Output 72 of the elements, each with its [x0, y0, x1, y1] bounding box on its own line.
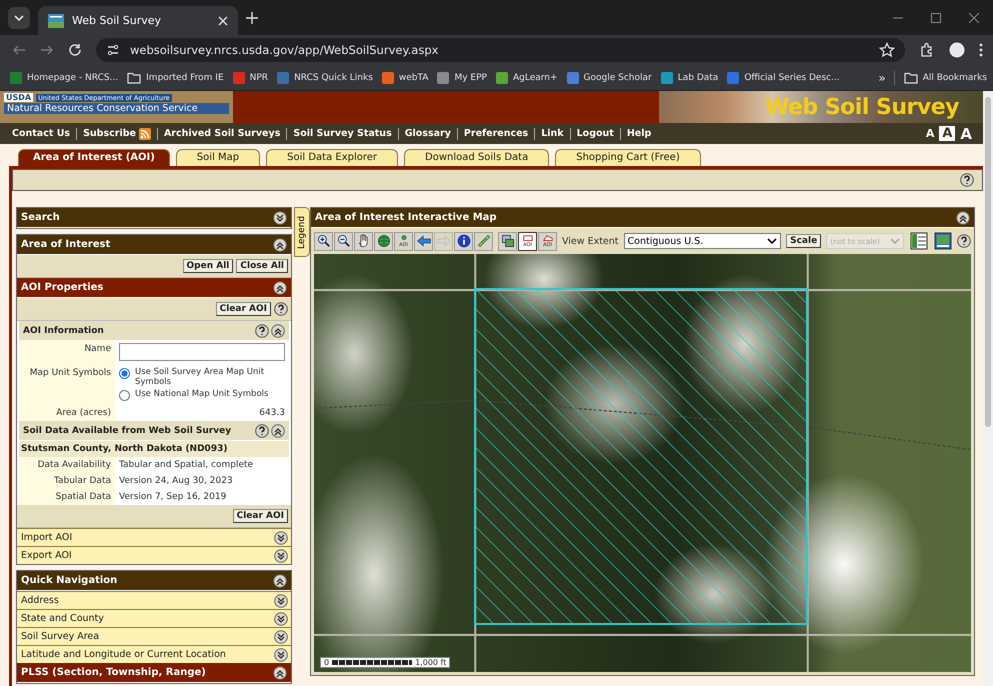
- panel-item[interactable]: State and County: [17, 609, 291, 627]
- panel-header[interactable]: Search: [17, 208, 291, 228]
- scale-label: 1,000 ft: [415, 658, 446, 667]
- tab[interactable]: Soil Data Explorer: [266, 149, 398, 166]
- panel-item[interactable]: Address: [17, 591, 291, 609]
- nav-link[interactable]: Contact Us: [6, 128, 76, 140]
- field-value: Tabular and Spatial, complete: [119, 460, 254, 470]
- panel-header[interactable]: Area of Interest: [17, 235, 291, 255]
- bookmark[interactable]: NRCS Quick Links: [277, 72, 373, 84]
- area-value: 643.3: [259, 408, 285, 418]
- panel-item[interactable]: Import AOI: [17, 528, 291, 546]
- address-bar[interactable]: websoilsurvey.nrcs.usda.gov/app/WebSoilSurvey.aspx: [96, 38, 905, 62]
- view-extent-dropdown[interactable]: Contiguous U.S.: [624, 233, 782, 249]
- site-title: Web Soil Survey: [765, 94, 959, 120]
- bookmark[interactable]: AgLearn+: [496, 72, 558, 84]
- radio-option[interactable]: Use National Map Unit Symbols: [119, 389, 285, 401]
- scale-label: 0: [324, 658, 330, 667]
- view-extent-label: View Extent: [562, 236, 619, 246]
- nav-link[interactable]: Logout: [570, 128, 620, 140]
- panel-button[interactable]: Clear AOI: [216, 302, 271, 316]
- tab[interactable]: Soil Map: [176, 149, 260, 166]
- section-header[interactable]: Soil Data Available from Web Soil Survey: [19, 421, 289, 440]
- bookmark[interactable]: All Bookmarks: [904, 72, 987, 84]
- field-label: Name: [19, 340, 115, 364]
- bookmarks-overflow[interactable]: »: [878, 70, 895, 84]
- field-value: Version 7, Sep 16, 2019: [119, 492, 228, 502]
- radio-option[interactable]: Use Soil Survey Area Map Unit Symbols: [119, 367, 285, 387]
- nav-link[interactable]: Link: [534, 128, 570, 140]
- font-size-button[interactable]: A: [922, 127, 938, 140]
- nav-link[interactable]: Preferences: [456, 128, 534, 140]
- field-label: Map Unit Symbols: [19, 364, 115, 404]
- panel-item[interactable]: Latitude and Longitude or Current Location: [17, 645, 291, 663]
- tab-title: Web Soil Survey: [72, 14, 162, 27]
- usda-logo: USDA: [4, 93, 34, 102]
- bookmark[interactable]: Homepage - NRCS...: [10, 72, 118, 84]
- panel-header[interactable]: Quick Navigation: [17, 571, 291, 591]
- url-text: websoilsurvey.nrcs.usda.gov/app/WebSoilSurvey.aspx: [130, 43, 440, 57]
- panel-header[interactable]: Area of Interest Interactive Map: [311, 208, 974, 228]
- nav-link[interactable]: Help: [620, 128, 658, 140]
- panel-item[interactable]: Export AOI: [17, 546, 291, 564]
- panel-button[interactable]: Close All: [236, 259, 288, 273]
- scale-button[interactable]: Scale: [786, 234, 822, 248]
- bookmark[interactable]: My EPP: [437, 72, 487, 84]
- county-name: Stutsman County, North Dakota (ND093): [19, 441, 289, 457]
- nav-link[interactable]: Glossary: [398, 128, 457, 140]
- bookmark[interactable]: Google Scholar: [566, 72, 652, 84]
- field-label: Spatial Data: [19, 489, 115, 505]
- panel-header[interactable]: PLSS (Section, Township, Range): [17, 663, 291, 683]
- bookmark[interactable]: Official Series Desc...: [727, 72, 840, 84]
- bookmark[interactable]: Lab Data: [660, 72, 718, 84]
- panel-header[interactable]: AOI Properties: [17, 278, 291, 298]
- nav-link[interactable]: Soil Survey Status: [286, 128, 398, 140]
- browser-tab[interactable]: Web Soil Survey: [38, 6, 238, 35]
- bookmark[interactable]: webTA: [382, 72, 428, 84]
- panel-button[interactable]: Open All: [182, 259, 234, 273]
- field-label: Data Availability: [19, 457, 115, 473]
- nav-link[interactable]: Archived Soil Surveys: [156, 128, 286, 140]
- section-header[interactable]: AOI Information: [19, 321, 289, 340]
- legend-tab[interactable]: Legend: [294, 207, 310, 257]
- field-value: Version 24, Aug 30, 2023: [119, 476, 234, 486]
- font-size-button[interactable]: A: [939, 126, 956, 141]
- bookmark[interactable]: Imported From IE: [127, 72, 224, 84]
- field-label: Tabular Data: [19, 473, 115, 489]
- tab[interactable]: Download Soils Data: [404, 149, 550, 166]
- tab[interactable]: Area of Interest (AOI): [18, 149, 170, 166]
- bookmark[interactable]: NPR: [232, 72, 268, 84]
- panel-item[interactable]: Soil Survey Area: [17, 627, 291, 645]
- nav-link[interactable]: Subscribe: [76, 128, 157, 140]
- field-label: Area (acres): [19, 404, 115, 421]
- service-name: Natural Resources Conservation Service: [4, 103, 229, 114]
- panel-button[interactable]: Clear AOI: [232, 509, 288, 523]
- tab[interactable]: Shopping Cart (Free): [555, 149, 701, 166]
